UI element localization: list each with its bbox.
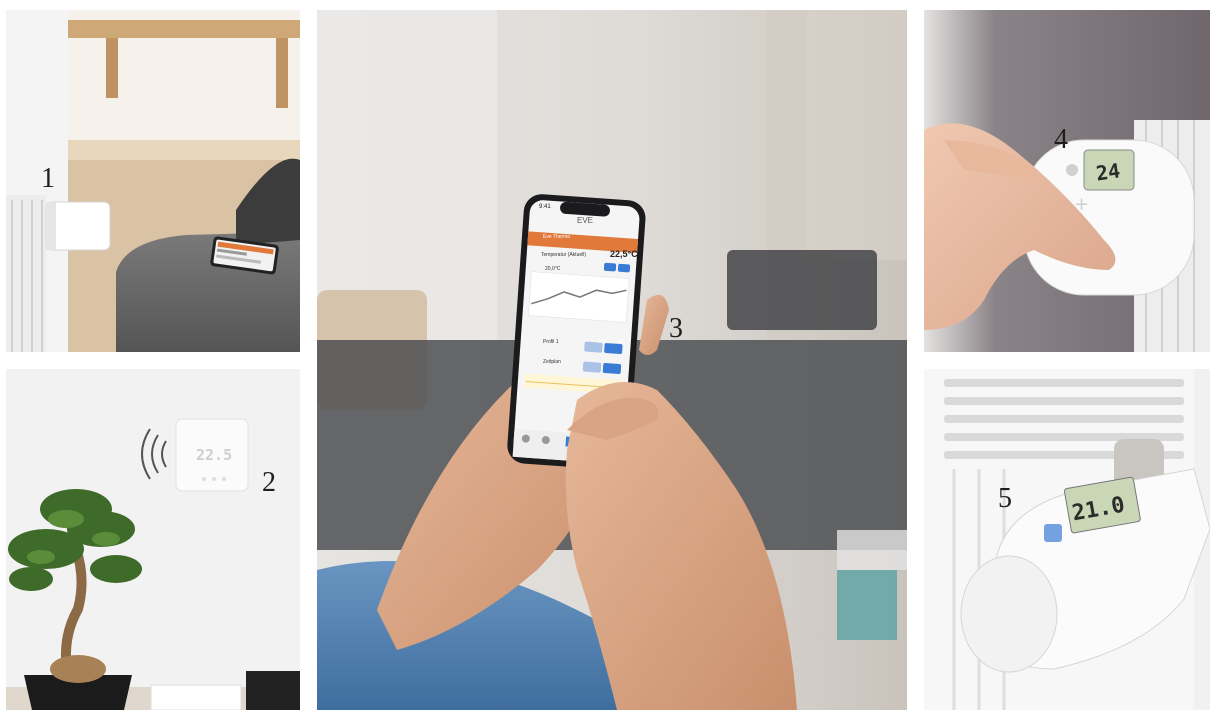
- phone-time: 9:41: [539, 204, 551, 210]
- valve4-display: 24: [1094, 158, 1122, 186]
- photo-tile-3: 9:41 EVE Eve Thermo Temperatur (Aktuell)…: [317, 10, 907, 710]
- photo-tile-1: 1: [6, 10, 300, 352]
- phone-row-schedule[interactable]: Zeitplan: [543, 359, 561, 365]
- wall-thermostat-photo: [6, 369, 300, 710]
- label-number-1: 1: [41, 163, 55, 194]
- phone-row-profile[interactable]: Profil 1: [543, 339, 559, 345]
- phone-toggle-off[interactable]: Aus: [598, 339, 607, 345]
- label-number-3: 3: [669, 313, 683, 344]
- label-number-2: 2: [262, 467, 276, 498]
- label-number-5: 5: [998, 483, 1012, 514]
- valve-radiator-photo: [924, 369, 1210, 710]
- phone-in-hands-photo: [317, 10, 907, 710]
- valve-hand-photo: +: [924, 10, 1210, 352]
- wall-thermostat-display: 22.5: [196, 446, 233, 464]
- photo-tile-2: 22.5 2: [6, 369, 300, 710]
- photo-tile-4: + 24 4: [924, 10, 1210, 352]
- phone-target-temp: 20,0°C: [545, 266, 561, 272]
- label-number-4: 4: [1054, 124, 1068, 155]
- photo-tile-5: 21.0 5: [924, 369, 1210, 710]
- phone-device-name: Eve Thermo: [543, 234, 571, 240]
- phone-toggle-on[interactable]: An: [618, 339, 624, 345]
- phone-temp-label: Temperatur (Aktuell): [541, 252, 587, 258]
- phone-temp-value: 22,5°C: [610, 249, 638, 259]
- phone-app-title: EVE: [577, 216, 594, 225]
